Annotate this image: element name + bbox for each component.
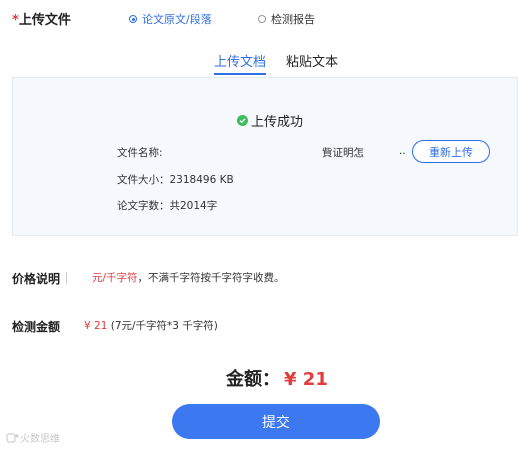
radio-paper-text[interactable]: 论文原文/段落 <box>129 11 212 27</box>
detect-amount-detail: ¥ 21 (7元/千字符*3 千字符) <box>84 320 218 332</box>
watermark: 火数思维 <box>6 430 60 445</box>
upload-file-label: *上传文件 <box>12 13 71 28</box>
price-description: 元/千字符，不满千字符按千字符字收费。 <box>92 272 285 284</box>
price-label: 价格说明 <box>12 272 61 286</box>
upload-success-status: 上传成功 <box>237 111 303 130</box>
watermark-logo-icon <box>6 432 19 443</box>
radio-unchecked-icon <box>258 15 266 23</box>
required-mark: * <box>12 13 19 28</box>
tab-paste-text[interactable]: 粘贴文本 <box>286 51 338 70</box>
total-amount: 金额： ¥ 21 <box>226 369 328 390</box>
file-name-label: 文件名称: <box>117 147 163 159</box>
radio-detection-report[interactable]: 检测报告 <box>258 11 315 27</box>
divider <box>66 272 67 284</box>
tab-upload-document[interactable]: 上传文档 <box>214 51 267 75</box>
check-circle-icon <box>237 115 248 126</box>
detect-amount-label: 检测金额 <box>12 320 61 334</box>
radio-checked-icon <box>129 15 137 23</box>
reupload-button[interactable]: 重新上传 <box>412 140 490 163</box>
submit-button[interactable]: 提交 <box>172 404 380 439</box>
file-size: 文件大小：2318496 KB <box>117 174 234 186</box>
file-name-value: 貲证明怎 <box>322 147 364 159</box>
file-name-ellipsis: .. <box>399 145 406 157</box>
word-count: 论文字数：共2014字 <box>117 200 218 212</box>
